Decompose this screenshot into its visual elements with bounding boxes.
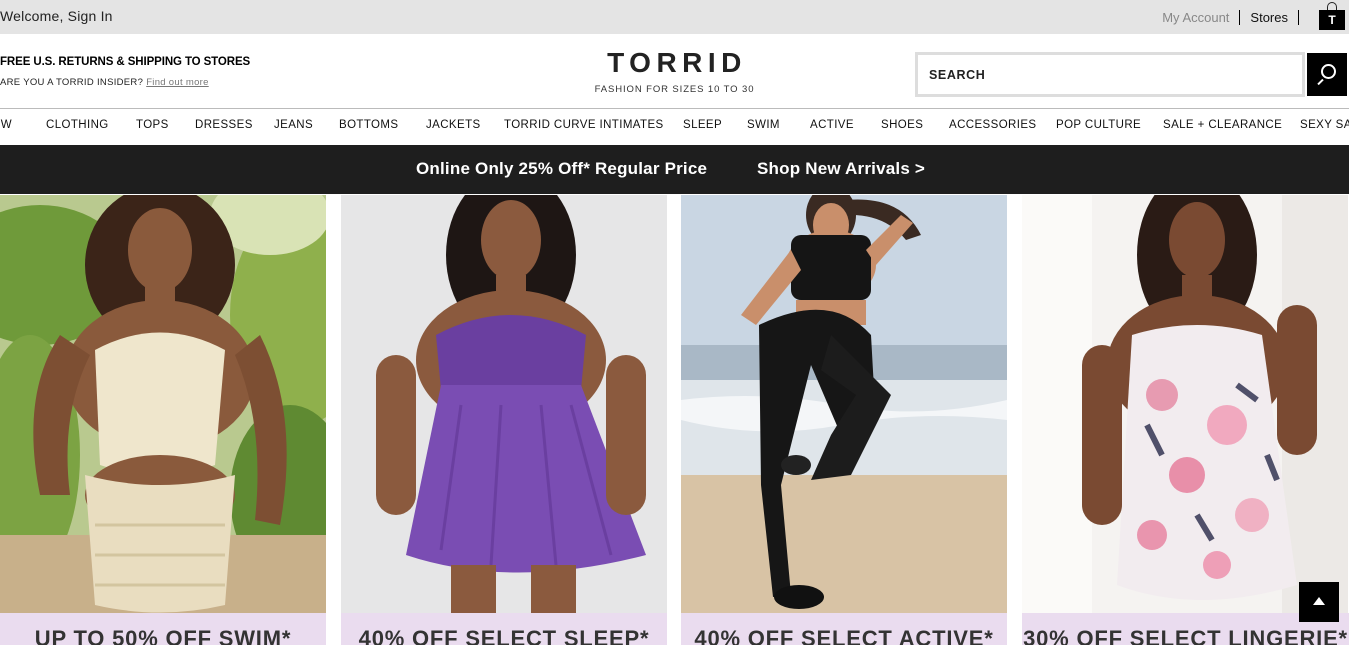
nav-item-sale-clearance[interactable]: SALE + CLEARANCE xyxy=(1163,119,1282,131)
tile-caption[interactable]: 40% OFF SELECT SLEEP* xyxy=(341,613,667,645)
promo-banner: Online Only 25% Off* Regular Price Shop … xyxy=(0,145,1349,194)
sign-in-link[interactable]: Welcome, Sign In xyxy=(0,8,113,24)
sleep-offer-text[interactable]: 40% OFF SELECT SLEEP* xyxy=(341,626,667,645)
tile-caption[interactable]: UP TO 50% OFF SWIM* xyxy=(0,613,326,645)
nav-item-sleep[interactable]: SLEEP xyxy=(683,119,722,131)
nav-item-active[interactable]: ACTIVE xyxy=(810,119,854,131)
nav-item-accessories[interactable]: ACCESSORIES xyxy=(949,119,1036,131)
nav-item-dresses[interactable]: DRESSES xyxy=(195,119,253,131)
utility-bar: Welcome, Sign In My Account Stores T xyxy=(0,0,1349,34)
nav-item-jackets[interactable]: JACKETS xyxy=(426,119,481,131)
lingerie-model-image[interactable] xyxy=(1022,195,1348,613)
nav-item-bottoms[interactable]: BOTTOMS xyxy=(339,119,398,131)
lingerie-offer-text[interactable]: 30% OFF SELECT LINGERIE* xyxy=(1022,626,1349,645)
nav-item-new[interactable]: NEW xyxy=(0,119,12,131)
nav-item-swim[interactable]: SWIM xyxy=(747,119,780,131)
site-header: FREE U.S. RETURNS & SHIPPING TO STORES A… xyxy=(0,34,1349,109)
sleep-model-image[interactable] xyxy=(341,195,667,613)
sleep-promo-tile[interactable]: 40% OFF SELECT SLEEP* xyxy=(341,195,667,645)
divider xyxy=(1239,9,1241,25)
nav-item-sexy-sale[interactable]: SEXY SALE xyxy=(1300,119,1349,131)
swim-promo-tile[interactable]: UP TO 50% OFF SWIM* xyxy=(0,195,326,645)
nav-item-pop-culture[interactable]: POP CULTURE xyxy=(1056,119,1141,131)
search-box[interactable] xyxy=(915,52,1305,97)
tile-caption[interactable]: 40% OFF SELECT ACTIVE* xyxy=(681,613,1007,645)
stores-link[interactable]: Stores xyxy=(1250,10,1288,25)
logo-wordmark[interactable]: TORRID xyxy=(602,47,747,79)
my-account-link[interactable]: My Account xyxy=(1162,10,1229,25)
nav-item-jeans[interactable]: JEANS xyxy=(274,119,313,131)
active-model-image[interactable] xyxy=(681,195,1007,613)
active-promo-tile[interactable]: 40% OFF SELECT ACTIVE* xyxy=(681,195,1007,645)
search-button[interactable] xyxy=(1307,53,1347,96)
nav-item-curve-intimates[interactable]: TORRID CURVE INTIMATES xyxy=(504,119,664,131)
search-icon xyxy=(1321,64,1336,79)
main-nav: NEW CLOTHING TOPS DRESSES JEANS BOTTOMS … xyxy=(0,110,1349,144)
account-links: My Account Stores T xyxy=(1162,0,1349,34)
back-to-top-button[interactable] xyxy=(1299,582,1339,622)
active-offer-text[interactable]: 40% OFF SELECT ACTIVE* xyxy=(681,626,1007,645)
search-input[interactable] xyxy=(918,55,1302,94)
divider xyxy=(1298,9,1299,25)
promo-offer-text[interactable]: Online Only 25% Off* Regular Price xyxy=(416,159,707,179)
swim-model-image[interactable] xyxy=(0,195,326,613)
swim-offer-text[interactable]: UP TO 50% OFF SWIM* xyxy=(0,626,326,645)
lingerie-promo-tile[interactable]: 30% OFF SELECT LINGERIE* xyxy=(1022,195,1349,645)
bag-icon-letter: T xyxy=(1319,10,1345,30)
shop-new-arrivals-link[interactable]: Shop New Arrivals > xyxy=(757,159,925,179)
nav-item-tops[interactable]: TOPS xyxy=(136,119,169,131)
shopping-bag-icon[interactable]: T xyxy=(1319,2,1345,30)
nav-item-clothing[interactable]: CLOTHING xyxy=(46,119,109,131)
arrow-up-icon xyxy=(1313,597,1325,605)
nav-item-shoes[interactable]: SHOES xyxy=(881,119,923,131)
